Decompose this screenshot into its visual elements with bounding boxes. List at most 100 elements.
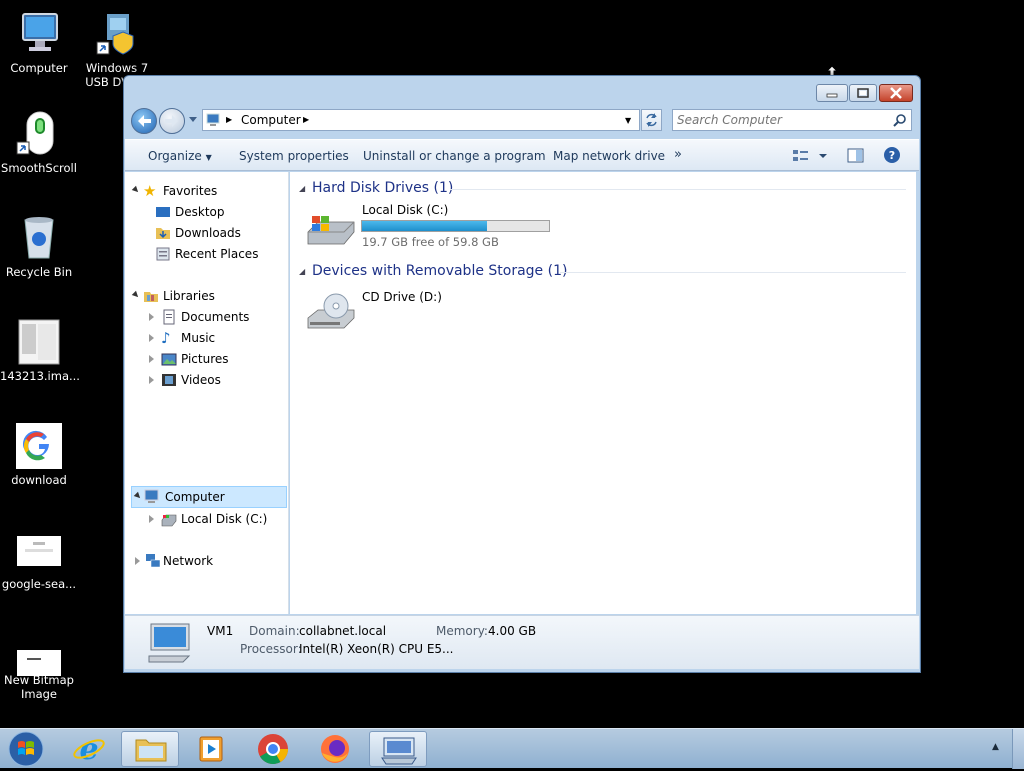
uninstall-program-button[interactable]: Uninstall or change a program bbox=[363, 149, 546, 163]
minimize-icon bbox=[826, 93, 838, 98]
minimize-button[interactable] bbox=[816, 84, 848, 102]
taskbar-chrome[interactable] bbox=[244, 731, 302, 767]
computer-large-icon bbox=[148, 623, 191, 663]
preview-pane-button[interactable] bbox=[847, 148, 865, 167]
breadcrumb-arrow-icon[interactable]: ▶ bbox=[226, 115, 232, 124]
memory-value: 4.00 GB bbox=[488, 624, 537, 638]
collapsed-arrow-icon[interactable] bbox=[149, 376, 154, 384]
recent-places-icon bbox=[156, 247, 170, 261]
map-network-drive-button[interactable]: Map network drive bbox=[553, 149, 665, 163]
recycle-bin-icon bbox=[15, 214, 63, 262]
desktop-icon-label: 143213.ima... bbox=[0, 369, 80, 383]
group-divider bbox=[560, 272, 906, 273]
show-hidden-icons-button[interactable]: ▲ bbox=[992, 742, 999, 752]
drive-cd-d[interactable]: CD Drive (D:) bbox=[306, 290, 506, 336]
close-button[interactable] bbox=[879, 84, 913, 102]
breadcrumb-arrow-icon[interactable]: ▶ bbox=[303, 115, 309, 124]
nav-label: Pictures bbox=[181, 352, 229, 366]
nav-computer[interactable]: Computer bbox=[131, 486, 287, 508]
breadcrumb-computer[interactable]: Computer bbox=[241, 113, 301, 127]
help-button[interactable]: ? bbox=[883, 146, 901, 167]
nav-label: Videos bbox=[181, 373, 221, 387]
desktop-icon-recycle-bin[interactable]: Recycle Bin bbox=[0, 214, 78, 279]
collapsed-arrow-icon[interactable] bbox=[135, 557, 140, 565]
star-icon: ★ bbox=[143, 182, 157, 200]
desktop-icon-image-file[interactable]: 143213.ima... bbox=[0, 318, 80, 383]
system-properties-button[interactable]: System properties bbox=[239, 149, 349, 163]
processor-value: Intel(R) Xeon(R) CPU E5... bbox=[299, 642, 454, 656]
desktop-icon-computer[interactable]: Computer bbox=[0, 10, 78, 75]
search-box[interactable] bbox=[672, 109, 912, 131]
expanded-arrow-icon[interactable] bbox=[133, 491, 143, 501]
media-player-icon bbox=[199, 736, 223, 762]
recent-pages-dropdown-icon[interactable] bbox=[189, 117, 197, 123]
desktop-icon bbox=[156, 207, 170, 217]
computer-name: VM1 bbox=[207, 624, 234, 638]
taskbar-media-player[interactable] bbox=[182, 731, 240, 767]
group-collapse-icon[interactable]: ◢ bbox=[299, 184, 305, 193]
cd-drive-icon bbox=[307, 293, 355, 329]
back-button[interactable] bbox=[131, 108, 157, 134]
group-header-hard-disk-drives[interactable]: Hard Disk Drives (1) bbox=[312, 180, 453, 196]
refresh-icon bbox=[646, 113, 657, 127]
libraries-icon bbox=[144, 292, 158, 302]
navigation-pane: ★ Favorites Desktop Downloads Recent Pla… bbox=[125, 172, 289, 614]
explorer-window: ▶ Computer ▶ ▼ Organize ▼ System propert… bbox=[123, 75, 921, 673]
installer-icon bbox=[93, 10, 141, 58]
organize-label: Organize bbox=[148, 149, 202, 163]
expanded-arrow-icon[interactable] bbox=[131, 185, 141, 195]
search-input[interactable] bbox=[677, 112, 887, 128]
maximize-button[interactable] bbox=[849, 84, 877, 102]
keyboard-screen-icon bbox=[381, 737, 417, 765]
address-bar[interactable]: ▶ Computer ▶ ▼ bbox=[202, 109, 640, 131]
content-pane: ◢ Hard Disk Drives (1) Local Disk (C:) 1… bbox=[290, 172, 916, 614]
bitmap-thumbnail-icon bbox=[15, 630, 63, 678]
taskbar-internet-explorer[interactable]: e bbox=[60, 731, 118, 767]
documents-icon bbox=[163, 309, 175, 325]
desktop-icon-download[interactable]: download bbox=[0, 422, 78, 487]
memory-label: Memory: bbox=[436, 624, 488, 638]
search-icon[interactable] bbox=[893, 113, 907, 127]
view-icon bbox=[793, 150, 827, 161]
address-dropdown-icon[interactable]: ▼ bbox=[625, 116, 631, 125]
drive-local-disk-c[interactable]: Local Disk (C:) 19.7 GB free of 59.8 GB bbox=[306, 200, 556, 250]
show-desktop-button[interactable] bbox=[1012, 729, 1024, 769]
collapsed-arrow-icon[interactable] bbox=[149, 313, 154, 321]
collapsed-arrow-icon[interactable] bbox=[149, 334, 154, 342]
organize-menu[interactable]: Organize ▼ bbox=[148, 149, 212, 163]
computer-icon bbox=[15, 10, 63, 58]
start-button[interactable] bbox=[6, 730, 46, 768]
more-commands-button[interactable]: » bbox=[674, 147, 682, 162]
desktop-icon-smoothscroll[interactable]: SmoothScroll bbox=[0, 110, 78, 175]
taskbar-windows-explorer[interactable] bbox=[121, 731, 179, 767]
collapsed-arrow-icon[interactable] bbox=[149, 515, 154, 523]
collapsed-arrow-icon[interactable] bbox=[149, 355, 154, 363]
disk-usage-bar bbox=[361, 220, 550, 232]
refresh-button[interactable] bbox=[641, 109, 662, 131]
computer-icon bbox=[144, 489, 159, 503]
desktop-icon-label: download bbox=[11, 473, 67, 487]
taskbar-remote-desktop[interactable] bbox=[369, 731, 427, 767]
navigation-bar: ▶ Computer ▶ ▼ bbox=[129, 107, 916, 135]
nav-label: Music bbox=[181, 331, 216, 345]
taskbar-firefox[interactable] bbox=[306, 731, 364, 767]
google-logo-icon bbox=[15, 422, 63, 470]
drive-free-space: 19.7 GB free of 59.8 GB bbox=[362, 235, 499, 249]
command-bar: Organize ▼ System properties Uninstall o… bbox=[125, 139, 919, 171]
desktop-icon-new-bitmap[interactable]: New Bitmap Image bbox=[0, 630, 78, 701]
hard-disk-icon bbox=[307, 216, 355, 245]
help-icon: ? bbox=[884, 147, 900, 163]
expanded-arrow-icon[interactable] bbox=[131, 290, 141, 300]
group-header-removable-storage[interactable]: Devices with Removable Storage (1) bbox=[312, 263, 567, 279]
desktop-icon-google-search[interactable]: google-sea... bbox=[0, 526, 78, 591]
view-options-button[interactable] bbox=[792, 148, 828, 167]
pictures-icon bbox=[161, 353, 177, 366]
nav-label: Libraries bbox=[163, 289, 215, 303]
svg-text:?: ? bbox=[889, 149, 895, 162]
group-collapse-icon[interactable]: ◢ bbox=[299, 267, 305, 276]
desktop-icon-label: SmoothScroll bbox=[1, 161, 77, 175]
nav-label: Computer bbox=[165, 490, 225, 504]
nav-label: Local Disk (C:) bbox=[181, 512, 268, 526]
hard-disk-icon bbox=[161, 514, 177, 527]
forward-button[interactable] bbox=[159, 108, 185, 134]
